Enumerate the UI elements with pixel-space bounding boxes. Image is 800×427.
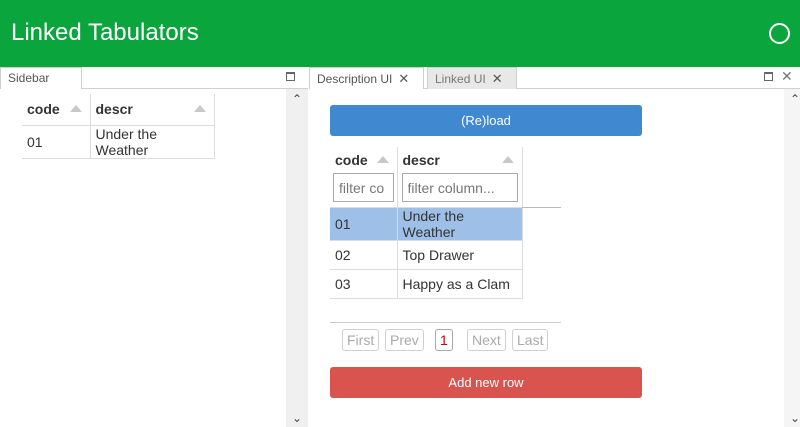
sort-arrow-icon[interactable] bbox=[376, 156, 389, 163]
scroll-down-icon[interactable]: ⌄ bbox=[291, 411, 303, 425]
tab-description-ui[interactable]: Description UI ✕ bbox=[309, 67, 424, 89]
column-header-code[interactable]: code bbox=[330, 147, 398, 173]
filter-row bbox=[330, 173, 523, 208]
sidebar-scrollbar[interactable]: ⌃ ⌄ bbox=[286, 89, 308, 427]
filter-descr-input[interactable] bbox=[401, 173, 518, 203]
tab-sidebar-label: Sidebar bbox=[8, 71, 50, 85]
column-header-descr[interactable]: descr bbox=[396, 147, 523, 173]
close-icon[interactable]: ✕ bbox=[492, 71, 503, 86]
tab-sidebar[interactable]: Sidebar bbox=[0, 67, 82, 89]
scroll-down-icon[interactable]: ⌄ bbox=[789, 411, 800, 425]
pager-last-button[interactable]: Last bbox=[512, 329, 549, 351]
maximize-icon[interactable] bbox=[764, 72, 773, 81]
pager-first-button[interactable]: First bbox=[342, 329, 380, 351]
sort-arrow-icon[interactable] bbox=[501, 156, 514, 163]
main-tabbar: Description UI ✕ Linked UI ✕ ✕ bbox=[309, 67, 800, 89]
cell-descr: Under the Weather bbox=[396, 206, 523, 241]
pager-prev-button[interactable]: Prev bbox=[385, 329, 424, 351]
status-circle-icon[interactable] bbox=[769, 23, 790, 44]
scroll-up-icon[interactable]: ⌃ bbox=[789, 92, 800, 106]
cell-descr: Happy as a Clam bbox=[396, 268, 523, 299]
table-row[interactable]: 02 Top Drawer bbox=[330, 239, 523, 270]
reload-button[interactable]: (Re)load bbox=[330, 105, 642, 136]
pager-next-button[interactable]: Next bbox=[467, 329, 506, 351]
column-header-code[interactable]: code bbox=[22, 94, 91, 126]
table-header-divider bbox=[522, 207, 561, 208]
sidebar-table: code descr 01 Under the Weather bbox=[22, 94, 215, 159]
scroll-up-icon[interactable]: ⌃ bbox=[291, 92, 303, 106]
sidebar-tabbar: Sidebar bbox=[0, 67, 308, 89]
sidebar-panel: Sidebar code descr 01 Under the Weather … bbox=[0, 67, 308, 427]
maximize-icon[interactable] bbox=[286, 72, 295, 81]
sort-arrow-icon[interactable] bbox=[69, 105, 82, 112]
pager-page-button[interactable]: 1 bbox=[435, 329, 453, 351]
filter-code-input[interactable] bbox=[333, 173, 394, 203]
cell-code: 01 bbox=[22, 124, 91, 159]
cell-descr: Top Drawer bbox=[396, 239, 523, 270]
column-header-descr[interactable]: descr bbox=[89, 94, 215, 126]
close-icon[interactable]: ✕ bbox=[398, 71, 409, 86]
main-panel: Description UI ✕ Linked UI ✕ ✕ (Re)load co… bbox=[309, 67, 800, 427]
cell-code: 02 bbox=[330, 239, 398, 270]
sort-arrow-icon[interactable] bbox=[193, 105, 206, 112]
table-row[interactable]: 03 Happy as a Clam bbox=[330, 268, 523, 299]
add-new-row-button[interactable]: Add new row bbox=[330, 367, 642, 398]
tab-linked-ui[interactable]: Linked UI ✕ bbox=[427, 67, 517, 89]
table-row[interactable]: 01 Under the Weather bbox=[22, 124, 215, 159]
table-row[interactable]: 01 Under the Weather bbox=[330, 206, 523, 241]
main-scrollbar[interactable]: ⌃ ⌄ bbox=[784, 89, 800, 427]
table-header-row: code descr bbox=[22, 94, 215, 126]
pager-divider bbox=[330, 322, 561, 323]
app-title: Linked Tabulators bbox=[11, 19, 199, 46]
table-header-row: code descr bbox=[330, 147, 523, 173]
cell-code: 03 bbox=[330, 268, 398, 299]
cell-descr: Under the Weather bbox=[89, 124, 215, 159]
close-panel-icon[interactable]: ✕ bbox=[781, 68, 793, 85]
cell-code: 01 bbox=[330, 206, 398, 241]
app-header: Linked Tabulators bbox=[0, 0, 800, 67]
description-table: code descr 01 Under the Weather 02 Top D… bbox=[330, 147, 523, 299]
